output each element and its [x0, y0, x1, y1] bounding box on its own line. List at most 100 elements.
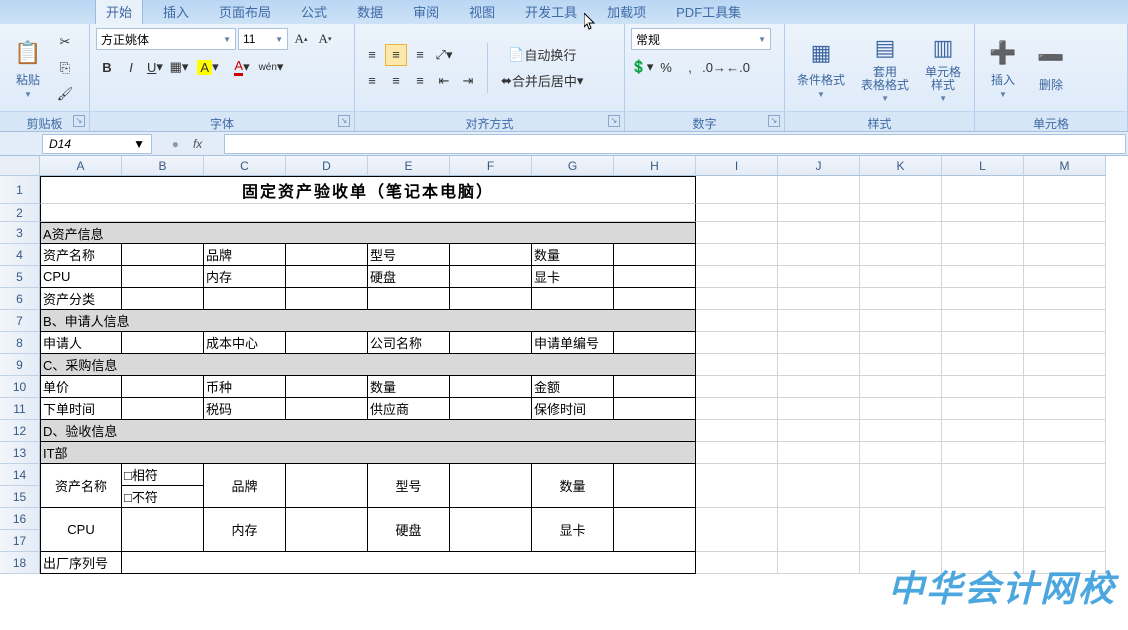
cell[interactable] — [860, 354, 942, 376]
row-header-5[interactable]: 5 — [0, 266, 40, 288]
cell[interactable] — [696, 176, 778, 204]
label[interactable] — [286, 244, 368, 266]
label[interactable] — [368, 288, 450, 310]
align-right-button[interactable]: ≡ — [409, 70, 431, 92]
label[interactable] — [532, 288, 614, 310]
label[interactable]: 数量 — [368, 376, 450, 398]
label[interactable] — [286, 266, 368, 288]
label[interactable]: 公司名称 — [368, 332, 450, 354]
cell[interactable] — [696, 464, 778, 508]
number-format-input[interactable] — [636, 32, 758, 46]
cell[interactable] — [860, 376, 942, 398]
cell[interactable] — [696, 354, 778, 376]
cell[interactable] — [696, 222, 778, 244]
cell[interactable] — [778, 332, 860, 354]
label[interactable]: 显卡 — [532, 266, 614, 288]
font-size-input[interactable] — [243, 32, 275, 46]
row-header-15[interactable]: 15 — [0, 486, 40, 508]
indent-dec-button[interactable]: ⇤ — [433, 70, 455, 92]
cell[interactable] — [942, 354, 1024, 376]
cell[interactable] — [1024, 288, 1106, 310]
label[interactable] — [286, 376, 368, 398]
label[interactable]: 品牌 — [204, 464, 286, 508]
insert-cells-button[interactable]: ➕插入▼ — [981, 35, 1025, 101]
cell[interactable] — [860, 332, 942, 354]
cell-style-button[interactable]: ▥单元格 样式▼ — [919, 30, 967, 105]
cell[interactable] — [778, 398, 860, 420]
align-bottom-button[interactable]: ≡ — [409, 44, 431, 66]
cell[interactable] — [1024, 442, 1106, 464]
cell[interactable] — [860, 204, 942, 222]
formula-input[interactable] — [224, 134, 1126, 154]
label[interactable] — [286, 288, 368, 310]
label[interactable] — [450, 332, 532, 354]
cell[interactable] — [1024, 354, 1106, 376]
label[interactable] — [122, 266, 204, 288]
row-header-10[interactable]: 10 — [0, 376, 40, 398]
input[interactable] — [122, 552, 696, 574]
fill-color-button[interactable]: A▾ — [192, 56, 224, 78]
cell[interactable] — [860, 176, 942, 204]
row-header-16[interactable]: 16 — [0, 508, 40, 530]
conditional-format-button[interactable]: ▦条件格式▼ — [791, 35, 851, 101]
label[interactable]: 金额 — [532, 376, 614, 398]
align-left-button[interactable]: ≡ — [361, 70, 383, 92]
cell[interactable] — [1024, 222, 1106, 244]
input[interactable] — [286, 508, 368, 552]
label[interactable]: 内存 — [204, 508, 286, 552]
cell[interactable] — [778, 244, 860, 266]
font-color-button[interactable]: A▾ — [226, 56, 258, 78]
label[interactable] — [286, 332, 368, 354]
cell[interactable] — [696, 204, 778, 222]
cell[interactable] — [778, 376, 860, 398]
cell[interactable] — [1024, 398, 1106, 420]
cell[interactable] — [942, 176, 1024, 204]
input[interactable] — [614, 464, 696, 508]
indent-inc-button[interactable]: ⇥ — [457, 70, 479, 92]
cell[interactable] — [778, 266, 860, 288]
label[interactable] — [204, 288, 286, 310]
cell[interactable] — [696, 398, 778, 420]
label[interactable] — [450, 398, 532, 420]
cell[interactable] — [860, 420, 942, 442]
cell[interactable] — [942, 398, 1024, 420]
cell[interactable] — [778, 222, 860, 244]
cell[interactable] — [696, 266, 778, 288]
row-header-4[interactable]: 4 — [0, 244, 40, 266]
col-header-B[interactable]: B — [122, 156, 204, 176]
tab-review[interactable]: 审阅 — [403, 0, 449, 24]
cell[interactable] — [696, 420, 778, 442]
tab-dev[interactable]: 开发工具 — [515, 0, 587, 24]
input[interactable] — [286, 464, 368, 508]
cell[interactable] — [942, 508, 1024, 552]
label[interactable]: 内存 — [204, 266, 286, 288]
input[interactable] — [450, 464, 532, 508]
tab-pdf[interactable]: PDF工具集 — [666, 0, 751, 24]
label[interactable] — [450, 376, 532, 398]
cell[interactable] — [778, 288, 860, 310]
input[interactable] — [450, 508, 532, 552]
col-header-H[interactable]: H — [614, 156, 696, 176]
label[interactable] — [122, 398, 204, 420]
col-header-J[interactable]: J — [778, 156, 860, 176]
cell[interactable] — [942, 204, 1024, 222]
cut-button[interactable]: ✂ — [54, 31, 76, 53]
align-center-button[interactable]: ≡ — [385, 70, 407, 92]
orientation-button[interactable]: ⤢▾ — [433, 44, 455, 66]
label[interactable]: 供应商 — [368, 398, 450, 420]
border-button[interactable]: ▦▾ — [168, 56, 190, 78]
label[interactable]: 硬盘 — [368, 508, 450, 552]
cell[interactable] — [778, 420, 860, 442]
cell[interactable] — [696, 332, 778, 354]
label[interactable]: 硬盘 — [368, 266, 450, 288]
row-header-18[interactable]: 18 — [0, 552, 40, 574]
cell[interactable] — [696, 310, 778, 332]
wrap-text-button[interactable]: 📄 自动换行 — [496, 44, 588, 66]
cell[interactable] — [696, 508, 778, 552]
checkbox-nomatch[interactable]: □不符 — [122, 486, 204, 508]
dec-decimal-button[interactable]: ←.0 — [727, 56, 749, 78]
label[interactable] — [614, 244, 696, 266]
cell[interactable] — [942, 376, 1024, 398]
italic-button[interactable]: I — [120, 56, 142, 78]
label[interactable]: 型号 — [368, 464, 450, 508]
